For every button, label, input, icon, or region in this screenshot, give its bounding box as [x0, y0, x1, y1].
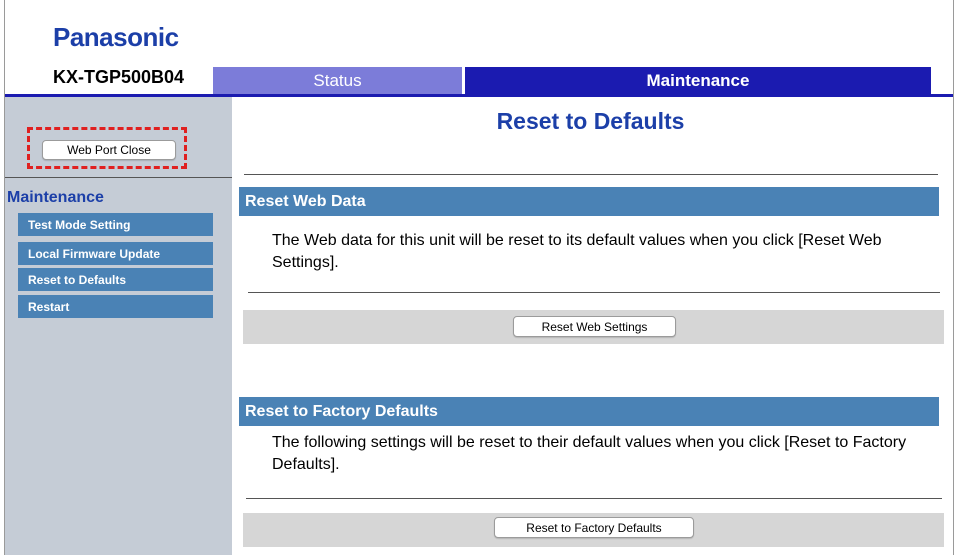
reset-web-data-heading: Reset Web Data — [239, 187, 939, 216]
web-port-close-button[interactable]: Web Port Close — [42, 140, 176, 160]
sidebar-item-reset-to-defaults[interactable]: Reset to Defaults — [18, 268, 213, 291]
sidebar-item-test-mode-setting[interactable]: Test Mode Setting — [18, 213, 213, 236]
model-name: KX-TGP500B04 — [53, 67, 185, 87]
sidebar-item-restart[interactable]: Restart — [18, 295, 213, 318]
sidebar-section-title: Maintenance — [7, 189, 104, 206]
reset-web-divider — [248, 292, 940, 293]
reset-factory-defaults-heading: Reset to Factory Defaults — [239, 397, 939, 426]
reset-factory-defaults-description: The following settings will be reset to … — [272, 434, 907, 473]
page-title: Reset to Defaults — [496, 108, 685, 134]
factory-divider — [246, 498, 942, 499]
reset-web-data-description: The Web data for this unit will be reset… — [272, 232, 882, 271]
title-divider — [244, 174, 938, 175]
tab-maintenance[interactable]: Maintenance — [465, 67, 931, 94]
tab-status[interactable]: Status — [213, 67, 462, 94]
reset-web-settings-button[interactable]: Reset Web Settings — [513, 316, 676, 337]
sidebar-item-local-firmware-update[interactable]: Local Firmware Update — [18, 242, 213, 265]
sidebar-divider — [5, 177, 232, 178]
brand-logo: Panasonic — [53, 22, 179, 52]
reset-to-factory-defaults-button[interactable]: Reset to Factory Defaults — [494, 517, 694, 538]
